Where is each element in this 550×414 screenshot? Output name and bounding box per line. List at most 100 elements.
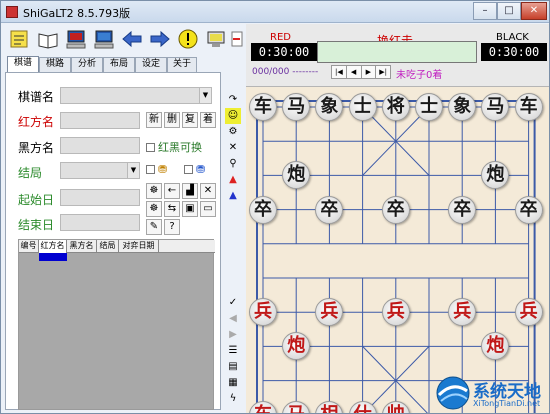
chess-board[interactable]: 车马象士将士象马车炮炮卒卒卒卒卒兵兵兵兵兵炮炮车马相仕帅 <box>246 87 549 413</box>
result-label: 结局 <box>18 166 43 180</box>
record-name-select[interactable]: ▼ <box>60 87 212 104</box>
computer-icon[interactable] <box>91 26 116 52</box>
last-move-button[interactable]: ▶| <box>376 66 390 78</box>
end-date-label: 结束日 <box>18 218 55 232</box>
black-piece[interactable]: 卒 <box>381 195 410 224</box>
back-arrow-icon[interactable] <box>119 26 144 52</box>
swap-checkbox[interactable]: 红黑可换 <box>146 139 202 155</box>
tab-about[interactable]: 关于 <box>167 57 197 72</box>
computer-icon[interactable] <box>63 26 88 52</box>
rotate-icon[interactable]: ↷ <box>225 92 241 108</box>
red-piece[interactable]: 兵 <box>381 298 410 327</box>
black-piece[interactable]: 象 <box>448 93 477 121</box>
black-piece[interactable]: 车 <box>514 93 543 121</box>
binoculars-icon[interactable]: ⚲ <box>225 156 241 172</box>
exit-icon[interactable] <box>230 26 244 52</box>
column-header-date[interactable]: 对弈日期 <box>119 240 159 253</box>
record-table[interactable]: 编号 红方名 黑方名 结局 对弈日期 <box>18 239 215 410</box>
tool-icon[interactable]: ☸ <box>146 183 162 199</box>
copy-button[interactable]: 复 <box>182 112 198 128</box>
black-piece[interactable]: 马 <box>282 93 311 121</box>
globe-icon <box>436 376 470 410</box>
arrange-button[interactable]: 着 <box>200 112 216 128</box>
info-icon[interactable]: ▲ <box>225 188 241 204</box>
red-name-label: 红方名 <box>18 115 55 129</box>
checkbox-icon[interactable] <box>184 165 193 174</box>
next-icon[interactable]: ▶ <box>225 327 241 343</box>
maximize-button[interactable]: □ <box>497 2 521 20</box>
column-header-result[interactable]: 结局 <box>97 240 119 253</box>
prev-move-button[interactable]: ◀ <box>347 66 362 78</box>
chart-icon[interactable]: ▟ <box>182 183 198 199</box>
swap-icon[interactable]: ⇆ <box>164 201 180 217</box>
red-side-label: RED <box>270 32 291 43</box>
eraser-icon[interactable]: ✎ <box>146 219 162 235</box>
black-name-field[interactable] <box>60 137 140 154</box>
black-piece[interactable]: 士 <box>348 93 377 121</box>
red-piece-check[interactable]: ⛃ <box>146 163 167 176</box>
black-piece[interactable]: 车 <box>249 93 277 121</box>
crossed-icon[interactable]: ✕ <box>225 140 241 156</box>
new-button[interactable]: 新 <box>146 112 162 128</box>
selected-cell[interactable] <box>39 253 67 261</box>
hint-icon[interactable] <box>175 26 200 52</box>
black-piece[interactable]: 卒 <box>249 195 277 224</box>
delete-button[interactable]: 删 <box>164 112 180 128</box>
minimize-button[interactable]: – <box>473 2 497 20</box>
check-icon[interactable]: ✓ <box>225 295 241 311</box>
chevron-down-icon[interactable]: ▼ <box>199 88 211 103</box>
close-button[interactable]: ✕ <box>521 2 547 20</box>
next-move-button[interactable]: ▶ <box>362 66 377 78</box>
end-date-field[interactable] <box>60 214 140 231</box>
app-icon <box>6 6 18 18</box>
start-date-field[interactable] <box>60 189 140 206</box>
list-icon[interactable]: ☰ <box>225 343 241 359</box>
black-clock: 0:30:00 <box>481 43 547 61</box>
column-header-id[interactable]: 编号 <box>19 240 39 253</box>
column-header-red[interactable]: 红方名 <box>39 240 67 253</box>
title-bar: ShiGaLT2 8.5.793版 – □ ✕ <box>1 1 549 23</box>
tab-layout[interactable]: 布局 <box>103 57 135 72</box>
arrow-left-icon[interactable]: ← <box>164 183 180 199</box>
black-piece[interactable]: 士 <box>415 93 443 121</box>
column-header-black[interactable]: 黑方名 <box>67 240 97 253</box>
black-piece[interactable]: 卒 <box>514 195 543 224</box>
red-piece[interactable]: 兵 <box>514 298 543 327</box>
tab-analysis[interactable]: 分析 <box>71 57 103 72</box>
warning-icon[interactable]: ▲ <box>225 172 241 188</box>
black-name-label: 黑方名 <box>18 141 55 155</box>
help-icon[interactable]: ? <box>164 219 180 235</box>
first-move-button[interactable]: |◀ <box>332 66 347 78</box>
doc-icon[interactable]: ▦ <box>225 375 241 391</box>
blue-piece-check[interactable]: ⛃ <box>184 163 205 176</box>
result-select[interactable]: ▼ <box>60 162 140 179</box>
book-icon[interactable] <box>35 26 60 52</box>
puzzle-icon[interactable]: ⚙ <box>225 124 241 140</box>
piece-icon: ⛃ <box>196 163 206 176</box>
checkbox-icon[interactable] <box>146 165 155 174</box>
trash-icon[interactable]: ▤ <box>225 359 241 375</box>
monitor-icon[interactable] <box>203 26 228 52</box>
red-name-field[interactable] <box>60 112 140 129</box>
tab-settings[interactable]: 设定 <box>135 57 167 72</box>
tab-record[interactable]: 棋谱 <box>7 56 39 73</box>
black-piece[interactable]: 卒 <box>448 195 477 224</box>
image-icon[interactable]: ▣ <box>182 201 198 217</box>
black-piece[interactable]: 卒 <box>315 195 344 224</box>
checkbox-icon[interactable] <box>146 143 155 152</box>
black-piece[interactable]: 将 <box>381 93 410 121</box>
smile-icon[interactable]: ☺ <box>225 108 241 124</box>
main-window: ShiGaLT2 8.5.793版 – □ ✕ 棋谱 棋路 分析 布局 设定 关… <box>0 0 550 414</box>
red-piece[interactable]: 兵 <box>249 298 277 327</box>
forward-arrow-icon[interactable] <box>147 26 172 52</box>
chevron-down-icon[interactable]: ▼ <box>127 163 139 178</box>
left-panel: 棋谱 棋路 分析 布局 设定 关于 棋谱名 ▼ 红方名 新 删 复 着 黑方名 … <box>5 56 221 411</box>
tool-icon[interactable]: ☸ <box>146 201 162 217</box>
new-icon[interactable] <box>6 26 31 52</box>
lightning-icon[interactable]: ϟ <box>225 391 241 407</box>
move-counter: 000/000 -------- <box>252 67 319 77</box>
monitor-icon[interactable]: ▭ <box>200 201 216 217</box>
tab-route[interactable]: 棋路 <box>39 57 71 72</box>
prev-icon[interactable]: ◀ <box>225 311 241 327</box>
close-icon[interactable]: ✕ <box>200 183 216 199</box>
